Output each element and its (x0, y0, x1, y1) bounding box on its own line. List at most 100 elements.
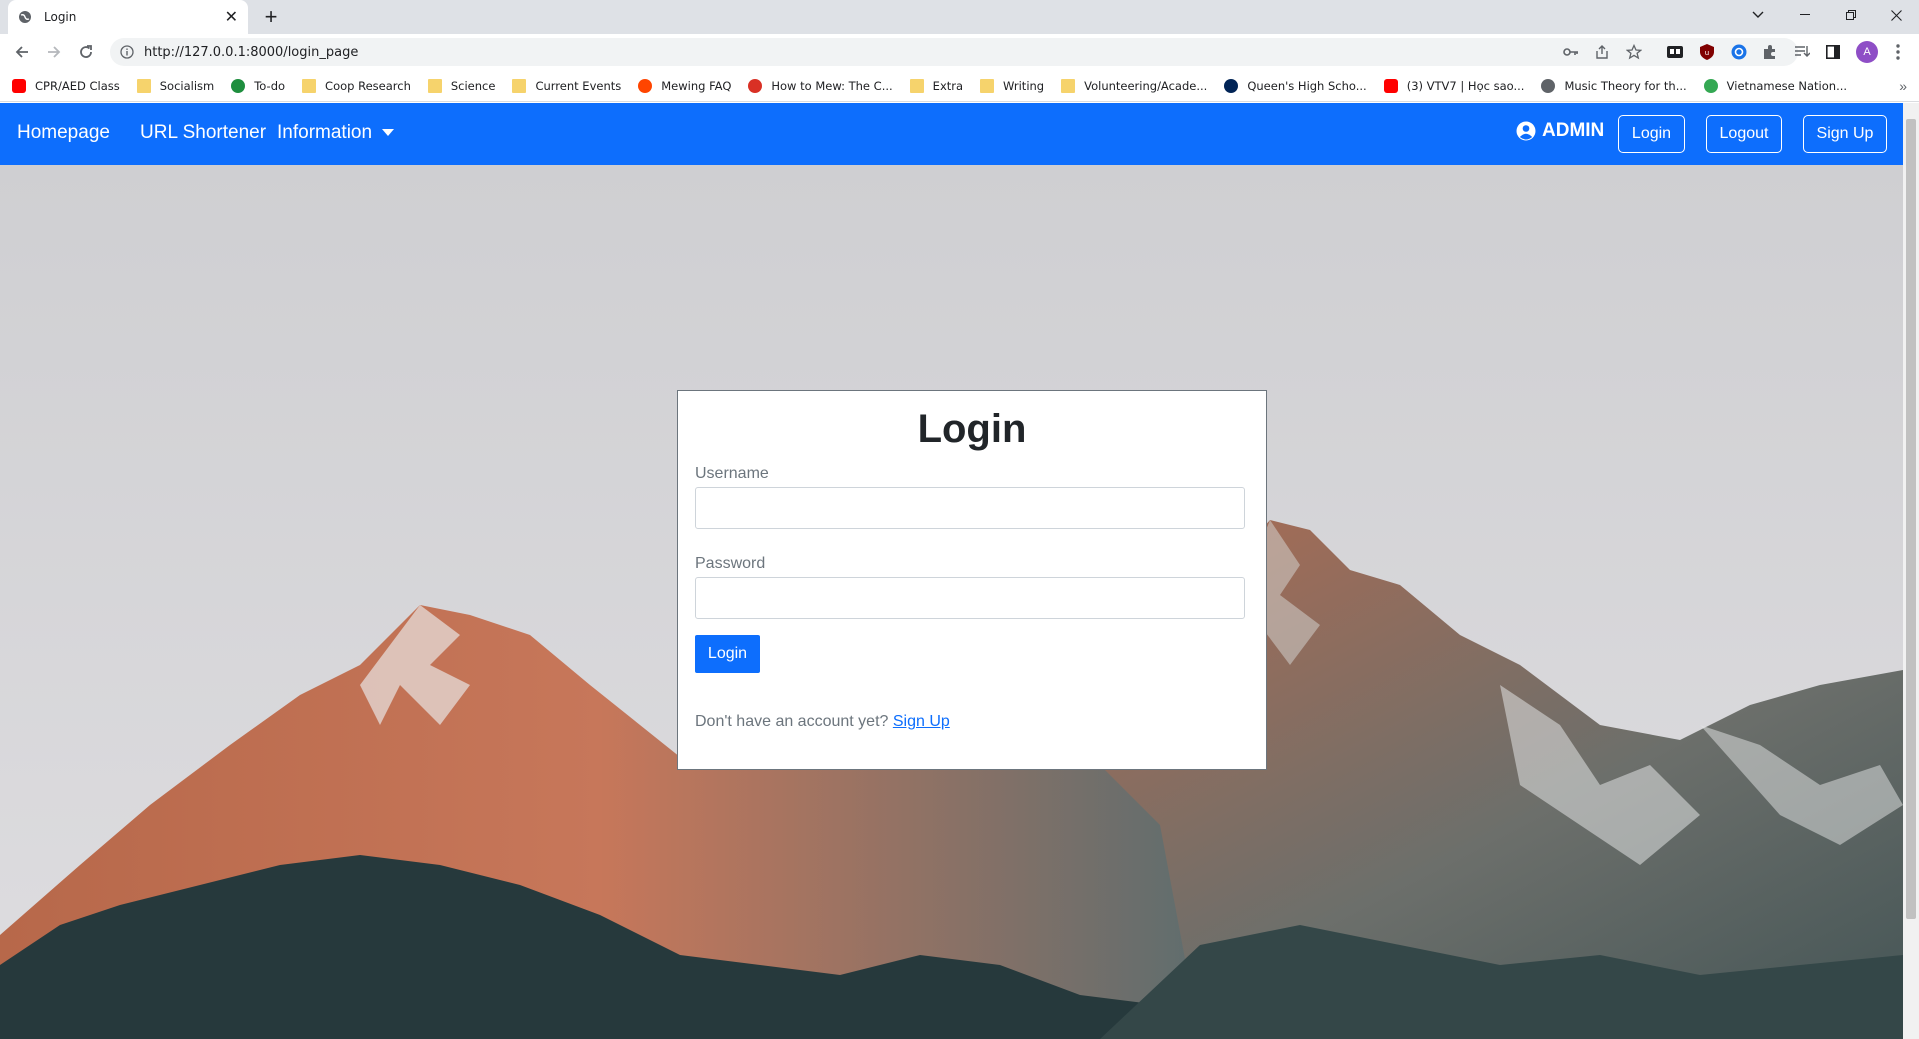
bookmark-label: Vietnamese Nation... (1726, 78, 1848, 93)
bookmark-label: (3) VTV7 | Học sao... (1406, 78, 1525, 93)
bookmark-label: Volunteering/Acade... (1084, 78, 1208, 93)
bookmark-item[interactable]: Music Theory for th... (1541, 78, 1687, 93)
bookmark-item[interactable]: CPR/AED Class (12, 78, 120, 93)
user-circle-icon (1516, 121, 1536, 141)
youtube-icon (12, 78, 26, 93)
signup-link[interactable]: Sign Up (893, 713, 950, 730)
bookmark-item[interactable]: Coop Research (302, 78, 411, 93)
browser-tab[interactable]: Login ✕ (8, 0, 248, 34)
bookmark-item[interactable]: How to Mew: The C... (748, 78, 893, 93)
login-submit-button[interactable]: Login (695, 635, 760, 673)
signup-prompt-text: Don't have an account yet? (695, 713, 889, 730)
bookmark-label: Extra (932, 78, 964, 93)
bookmark-item[interactable]: (3) VTV7 | Học sao... (1383, 78, 1525, 93)
youtube-icon (1383, 78, 1398, 93)
reddit-icon (638, 78, 653, 93)
key-icon[interactable] (1561, 42, 1581, 62)
browser-toolbar: http://127.0.0.1:8000/login_page u (0, 34, 1919, 70)
nav-url-shortener-link[interactable]: URL Shortener (140, 122, 266, 144)
bookmark-label: Music Theory for th... (1564, 78, 1687, 93)
close-tab-icon[interactable]: ✕ (225, 7, 238, 27)
nav-homepage-link[interactable]: Homepage (17, 122, 110, 144)
current-user: ADMIN (1516, 120, 1604, 142)
url-text: http://127.0.0.1:8000/login_page (144, 44, 359, 60)
share-icon[interactable] (1592, 42, 1612, 62)
scrollbar-thumb[interactable] (1906, 119, 1916, 919)
site-navbar: Homepage URL Shortener Information ADMIN… (0, 103, 1903, 165)
username-label: ADMIN (1542, 120, 1605, 141)
site-info-icon[interactable] (120, 45, 134, 59)
bookmark-label: Science (450, 78, 496, 93)
login-title: Login (917, 407, 1027, 451)
caret-down-icon (382, 129, 395, 137)
bookmarks-bar: CPR/AED Class Socialism To-do Coop Research… (0, 70, 1919, 102)
bookmark-label: Coop Research (325, 78, 411, 93)
folder-icon (302, 78, 317, 93)
new-tab-button[interactable]: + (258, 4, 284, 30)
minimize-button[interactable] (1782, 0, 1828, 30)
svg-text:u: u (1705, 49, 1709, 57)
blue-extension-icon[interactable] (1729, 42, 1749, 62)
globe-icon (18, 10, 32, 24)
nav-information-dropdown[interactable]: Information (277, 122, 395, 144)
bookmark-label: How to Mew: The C... (771, 78, 893, 93)
bookmark-item[interactable]: Vietnamese Nation... (1703, 78, 1848, 93)
folder-icon (1061, 78, 1076, 93)
classroom-icon (231, 78, 246, 93)
extensions-puzzle-icon[interactable] (1760, 42, 1780, 62)
extension-tab-icon[interactable] (1665, 42, 1685, 62)
reading-list-icon[interactable] (1792, 42, 1812, 62)
bookmark-item[interactable]: Extra (909, 78, 964, 93)
page-scrollbar[interactable] (1903, 103, 1919, 1039)
browser-menu-icon[interactable] (1888, 42, 1908, 62)
login-card: Login Username Password Login Don't have… (677, 390, 1267, 770)
folder-icon (427, 78, 442, 93)
ublock-shield-icon[interactable]: u (1697, 42, 1717, 62)
bookmarks-overflow-icon[interactable]: » (1899, 78, 1907, 94)
powershell-icon (1224, 78, 1239, 93)
reload-button[interactable] (74, 40, 98, 64)
username-label: Username (695, 465, 769, 482)
forward-button[interactable] (42, 40, 66, 64)
signup-prompt-line: Don't have an account yet? Sign Up (695, 713, 950, 731)
folder-icon (512, 78, 527, 93)
tab-title: Login (44, 10, 77, 24)
profile-avatar[interactable]: A (1856, 41, 1878, 63)
bookmark-item[interactable]: To-do (231, 78, 286, 93)
username-input[interactable] (695, 487, 1245, 529)
nav-logout-button[interactable]: Logout (1706, 115, 1782, 153)
tab-strip: Login ✕ + (0, 0, 1919, 34)
password-label: Password (695, 555, 766, 572)
bookmark-star-icon[interactable] (1624, 42, 1644, 62)
restore-button[interactable] (1828, 0, 1874, 30)
folder-icon (980, 78, 995, 93)
address-bar[interactable]: http://127.0.0.1:8000/login_page (110, 38, 1798, 66)
bookmark-item[interactable]: Queen's High Scho... (1224, 78, 1367, 93)
site-icon (748, 78, 763, 93)
bookmark-label: Queen's High Scho... (1247, 78, 1367, 93)
bookmark-item[interactable]: Science (427, 78, 496, 93)
page-viewport: Homepage URL Shortener Information ADMIN… (0, 103, 1903, 1039)
nav-information-label: Information (277, 122, 373, 143)
bookmark-label: To-do (254, 78, 286, 93)
nav-signup-button[interactable]: Sign Up (1803, 115, 1887, 153)
bookmark-label: Current Events (535, 78, 622, 93)
back-button[interactable] (10, 40, 34, 64)
bookmark-label: Socialism (159, 78, 215, 93)
folder-icon (136, 78, 151, 93)
bookmark-item[interactable]: Writing (980, 78, 1045, 93)
side-panel-icon[interactable] (1823, 42, 1843, 62)
drive-icon (1703, 78, 1718, 93)
bookmark-item[interactable]: Volunteering/Acade... (1061, 78, 1208, 93)
bookmark-label: Mewing FAQ (661, 78, 732, 93)
nav-login-button[interactable]: Login (1618, 115, 1685, 153)
bookmark-item[interactable]: Socialism (136, 78, 215, 93)
password-input[interactable] (695, 577, 1245, 619)
globe-icon (1541, 78, 1556, 93)
tab-search-icon[interactable] (1735, 0, 1781, 30)
bookmark-label: Writing (1003, 78, 1045, 93)
folder-icon (909, 78, 924, 93)
bookmark-item[interactable]: Current Events (512, 78, 622, 93)
close-window-button[interactable] (1873, 0, 1919, 30)
bookmark-item[interactable]: Mewing FAQ (638, 78, 732, 93)
